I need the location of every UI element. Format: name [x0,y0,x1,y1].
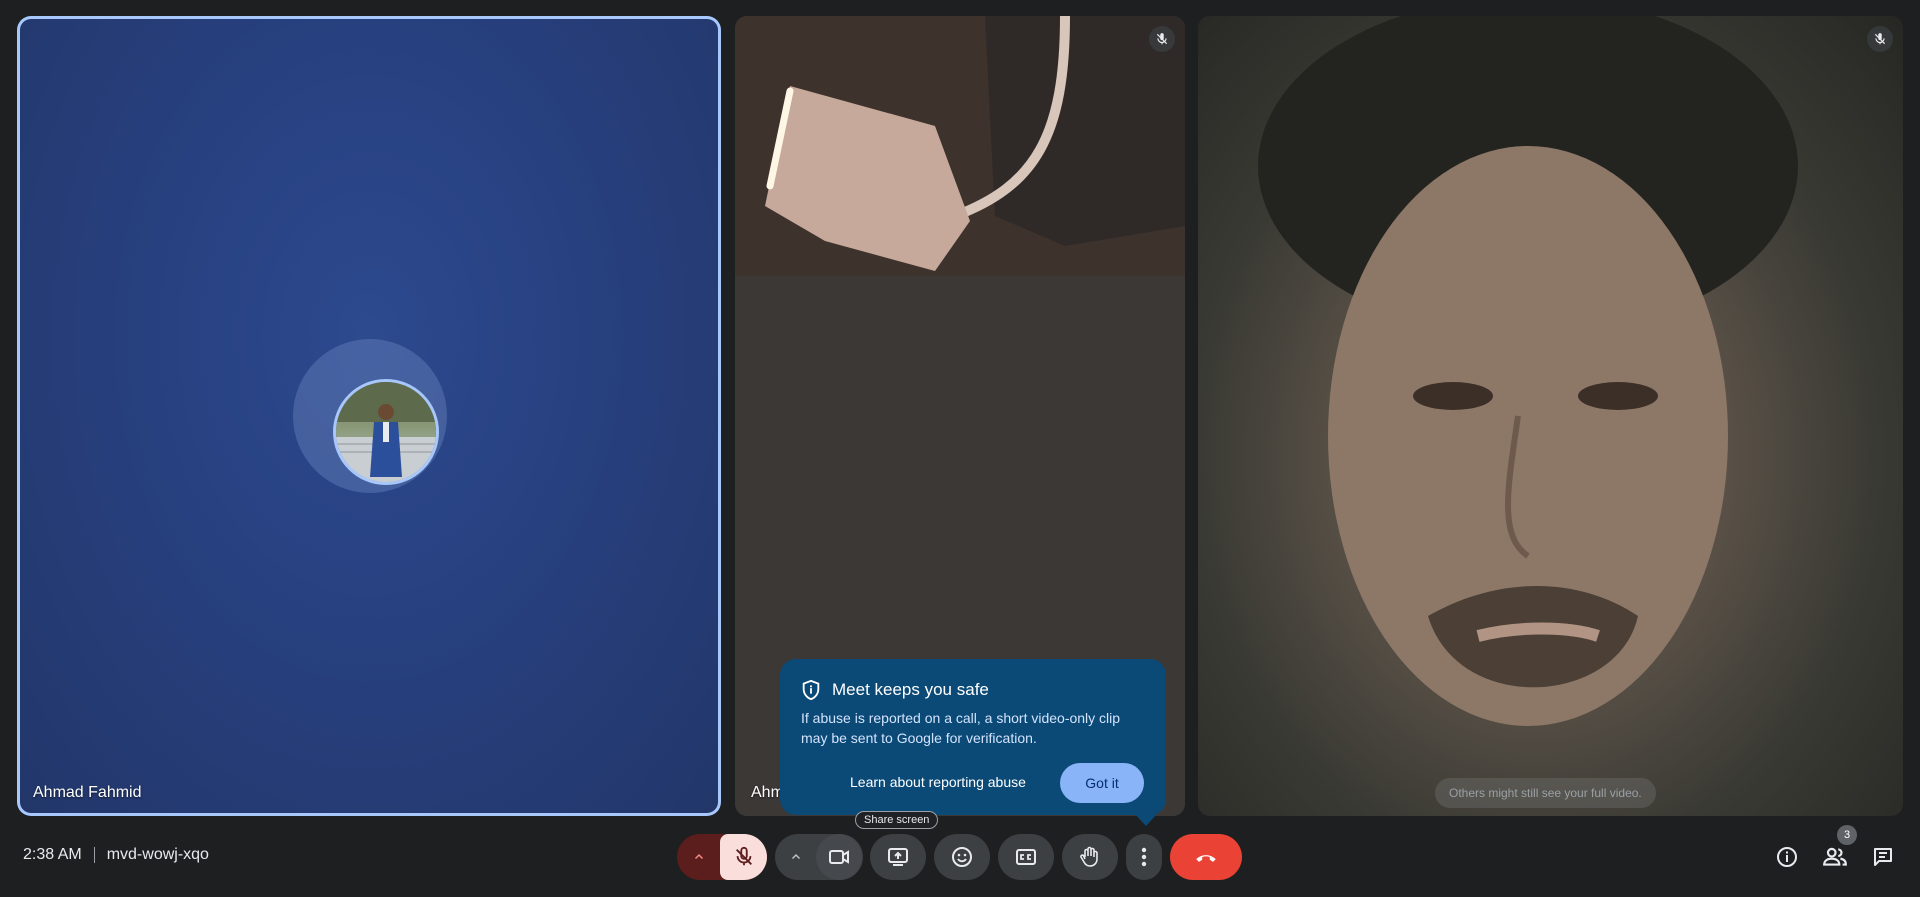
mic-off-icon [1156,33,1168,45]
shield-icon [802,679,820,701]
camera-toggle-button[interactable] [816,834,862,880]
camera-control-group [775,834,863,880]
mic-off-icon [735,846,752,866]
participant-tile-video-3[interactable]: Others might still see your full video. [1198,16,1903,816]
divider [93,847,95,863]
raise-hand-button[interactable] [1062,834,1118,880]
participant-tile-self[interactable]: Ahmad Fahmid [17,16,721,816]
participant-count-badge: 3 [1837,825,1857,845]
chevron-up-icon [791,853,801,860]
people-icon [1823,847,1847,866]
more-vert-icon [1141,847,1147,867]
mic-toggle-button[interactable] [720,834,767,880]
chat-icon [1874,848,1892,866]
mic-control-group [677,834,767,880]
got-it-button[interactable]: Got it [1060,763,1144,803]
captions-button[interactable] [998,834,1054,880]
video-camera-icon [829,850,849,864]
meeting-details-button[interactable] [1772,842,1802,872]
safety-title: Meet keeps you safe [832,680,989,699]
share-screen-tooltip: Share screen [855,811,939,829]
participant-name: Ahm [751,784,784,801]
chevron-up-icon [694,853,703,860]
captions-icon [1016,849,1036,865]
video-options-button[interactable] [776,834,816,880]
more-options-button[interactable] [1126,834,1162,880]
meeting-details: 2:38 AM mvd-wowj-xqo [23,846,209,864]
share-screen-button[interactable] [870,834,926,880]
mic-off-icon [1874,33,1886,45]
muted-indicator [1867,26,1893,52]
learn-reporting-abuse-link[interactable]: Learn about reporting abuse [850,774,1026,790]
muted-indicator [1149,26,1175,52]
hand-icon [1080,846,1098,867]
emoji-icon [952,847,972,867]
audio-options-button[interactable] [677,834,720,880]
video-frame [1258,16,1798,726]
people-button[interactable] [1820,842,1850,872]
full-video-notice: Others might still see your full video. [1435,778,1656,808]
safety-title-row: Meet keeps you safe [800,679,989,701]
present-screen-icon [888,848,908,866]
reactions-button[interactable] [934,834,990,880]
safety-body: If abuse is reported on a call, a short … [801,710,1121,746]
chat-button[interactable] [1868,842,1898,872]
leave-call-button[interactable] [1170,834,1242,880]
participant-name: Ahmad Fahmid [33,784,142,801]
meet-stage: Ahmad Fahmid Ahm Others might still see … [0,0,1920,897]
info-icon [1777,847,1797,867]
safety-popup: Meet keeps you safe If abuse is reported… [780,659,1166,826]
meeting-code[interactable]: mvd-wowj-xqo [107,846,209,864]
avatar [336,382,436,482]
current-time: 2:38 AM [23,846,82,863]
popup-pointer [1135,814,1157,826]
end-call-icon [1196,855,1216,862]
